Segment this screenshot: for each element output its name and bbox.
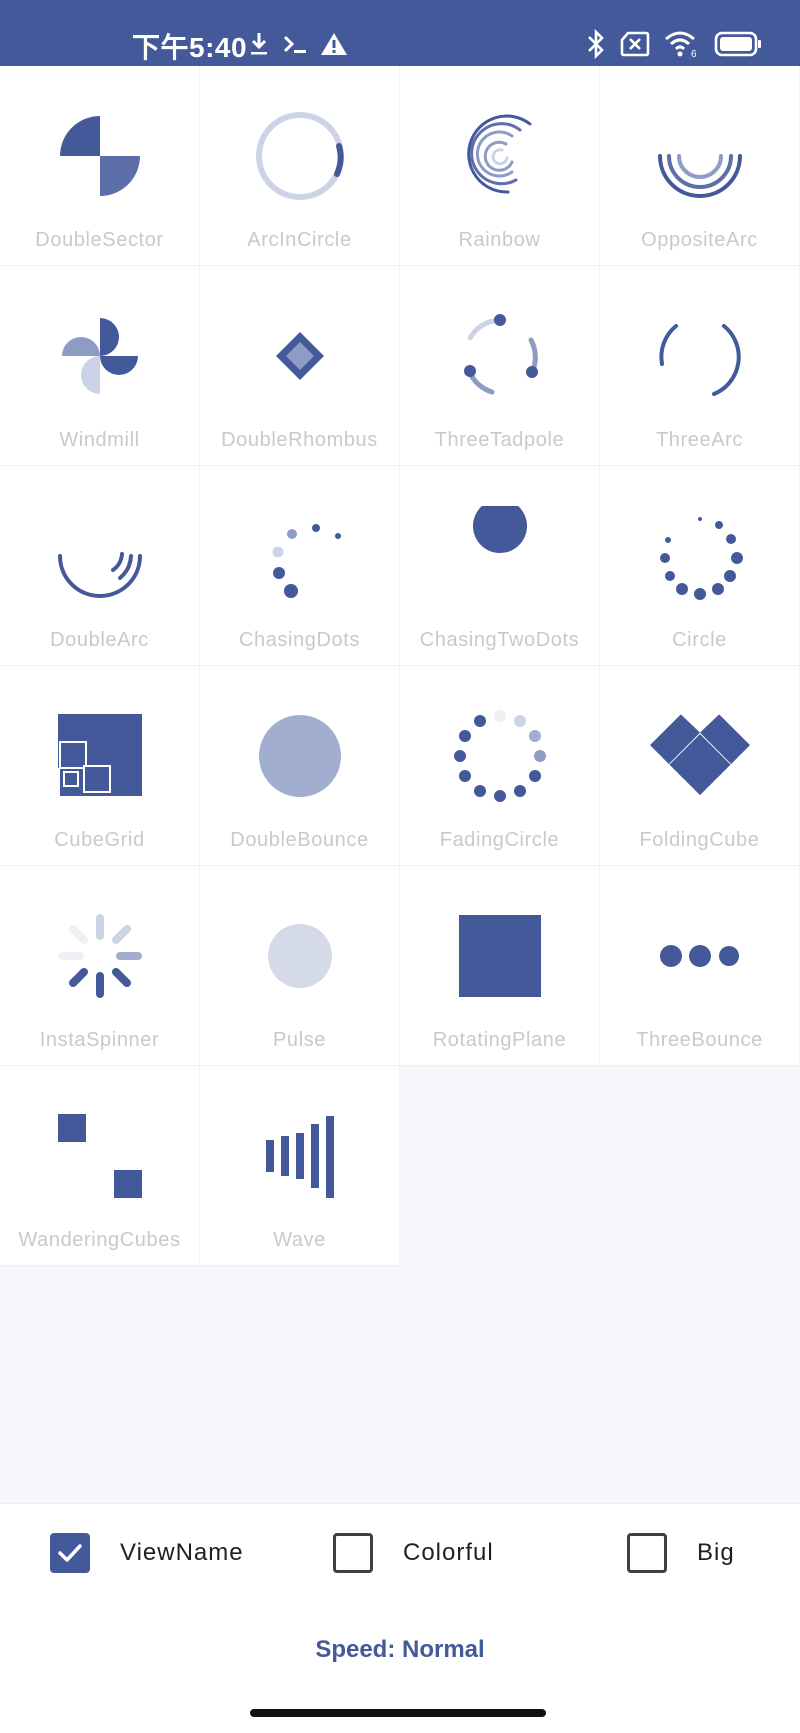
cube-grid-icon: [49, 706, 150, 806]
arc-in-circle-icon: [250, 106, 350, 206]
spinner-label: DoubleRhombus: [221, 429, 378, 451]
spinner-cell-circle[interactable]: Circle: [600, 466, 800, 666]
rainbow-icon: [450, 106, 550, 206]
home-indicator[interactable]: [250, 1709, 546, 1717]
spinner-label: WanderingCubes: [18, 1229, 181, 1251]
spinner-cell-arc-in-circle[interactable]: ArcInCircle: [200, 66, 400, 266]
folding-cube-icon: [649, 706, 750, 806]
spinner-label: ArcInCircle: [247, 229, 352, 251]
wave-icon: [250, 1106, 350, 1206]
circle-icon: [650, 506, 750, 606]
spinner-cell-three-tadpole[interactable]: ThreeTadpole: [400, 266, 600, 466]
warning-icon: [320, 31, 348, 57]
three-bounce-icon: [650, 906, 750, 1006]
battery-icon: [714, 31, 762, 57]
spinner-label: Circle: [672, 629, 727, 651]
bluetooth-icon: [586, 29, 606, 59]
colorful-label: Colorful: [403, 1539, 494, 1566]
spinner-cell-folding-cube[interactable]: FoldingCube: [600, 666, 800, 866]
spinner-label: FoldingCube: [639, 829, 760, 851]
spinner-cell-cube-grid[interactable]: CubeGrid: [0, 666, 200, 866]
spinner-label: FadingCircle: [439, 829, 560, 851]
spinner-cell-double-bounce[interactable]: DoubleBounce: [200, 666, 400, 866]
double-arc-icon: [50, 506, 150, 606]
spinner-label: DoubleBounce: [230, 829, 369, 851]
spinner-cell-insta-spinner[interactable]: InstaSpinner: [0, 866, 200, 1066]
spinner-label: OppositeArc: [641, 229, 758, 251]
spinner-label: RotatingPlane: [432, 1029, 567, 1051]
colorful-checkbox[interactable]: Colorful: [333, 1533, 494, 1573]
double-bounce-icon: [250, 706, 350, 806]
spinner-label: ThreeArc: [655, 429, 744, 451]
spinner-label: ChasingTwoDots: [419, 629, 580, 651]
status-icons-left: [248, 26, 348, 62]
insta-spinner-icon: [50, 906, 150, 1006]
spinner-label: DoubleSector: [35, 229, 164, 251]
spinner-cell-wave[interactable]: Wave: [200, 1066, 400, 1266]
checkbox-checked-icon: [50, 1533, 90, 1573]
big-checkbox[interactable]: Big: [627, 1533, 735, 1573]
spinner-label: Rainbow: [458, 229, 541, 251]
wifi-icon: 6: [664, 30, 700, 58]
spinner-label: Wave: [273, 1229, 326, 1251]
spinner-cell-opposite-arc[interactable]: OppositeArc: [600, 66, 800, 266]
wifi-badge: 6: [691, 49, 697, 58]
spinner-cell-pulse[interactable]: Pulse: [200, 866, 400, 1066]
spinner-cell-double-arc[interactable]: DoubleArc: [0, 466, 200, 666]
spinner-label: Pulse: [272, 1029, 327, 1051]
speed-selector[interactable]: Speed: Normal: [0, 1636, 800, 1664]
rotating-plane-icon: [450, 906, 550, 1006]
windmill-icon: [50, 306, 150, 406]
spinner-label: Windmill: [59, 429, 140, 451]
spinner-cell-rainbow[interactable]: Rainbow: [400, 66, 600, 266]
checkbox-unchecked-icon: [333, 1533, 373, 1573]
double-sector-icon: [50, 106, 150, 206]
wandering-cubes-icon: [50, 1106, 150, 1206]
spinner-cell-double-rhombus[interactable]: DoubleRhombus: [200, 266, 400, 466]
chasing-two-dots-icon: [450, 506, 550, 606]
spinner-label: ThreeBounce: [636, 1029, 763, 1051]
three-tadpole-icon: [450, 306, 550, 406]
spinner-label: CubeGrid: [54, 829, 145, 851]
spinner-cell-wandering-cubes[interactable]: WanderingCubes: [0, 1066, 200, 1266]
spinner-cell-three-bounce[interactable]: ThreeBounce: [600, 866, 800, 1066]
spinner-cell-chasing-two-dots[interactable]: ChasingTwoDots: [400, 466, 600, 666]
status-icons-right: 6: [586, 26, 762, 62]
pulse-icon: [250, 906, 350, 1006]
opposite-arc-icon: [650, 106, 750, 206]
spinner-cell-windmill[interactable]: Windmill: [0, 266, 200, 466]
download-icon: [248, 30, 270, 58]
chasing-dots-icon: [250, 506, 350, 606]
double-rhombus-icon: [250, 306, 350, 406]
big-label: Big: [697, 1539, 735, 1566]
status-bar: 下午5:40 6: [0, 0, 800, 66]
spinner-cell-chasing-dots[interactable]: ChasingDots: [200, 466, 400, 666]
spinner-label: ChasingDots: [238, 629, 361, 651]
checkbox-unchecked-icon: [627, 1533, 667, 1573]
terminal-icon: [282, 32, 308, 56]
view-name-checkbox[interactable]: ViewName: [50, 1533, 244, 1573]
view-name-label: ViewName: [120, 1539, 244, 1566]
spinner-label: DoubleArc: [50, 629, 149, 651]
status-time: 下午5:40: [132, 32, 248, 63]
spinner-label: ThreeTadpole: [434, 429, 565, 451]
spinner-label: InstaSpinner: [39, 1029, 160, 1051]
spinner-grid: DoubleSector ArcInCircle Rainbow Opposit…: [0, 66, 800, 1266]
spinner-cell-fading-circle[interactable]: FadingCircle: [400, 666, 600, 866]
fading-circle-icon: [450, 706, 550, 806]
spinner-cell-three-arc[interactable]: ThreeArc: [600, 266, 800, 466]
spinner-cell-double-sector[interactable]: DoubleSector: [0, 66, 200, 266]
sim-off-icon: [620, 31, 650, 57]
three-arc-icon: [650, 306, 750, 406]
spinner-cell-rotating-plane[interactable]: RotatingPlane: [400, 866, 600, 1066]
